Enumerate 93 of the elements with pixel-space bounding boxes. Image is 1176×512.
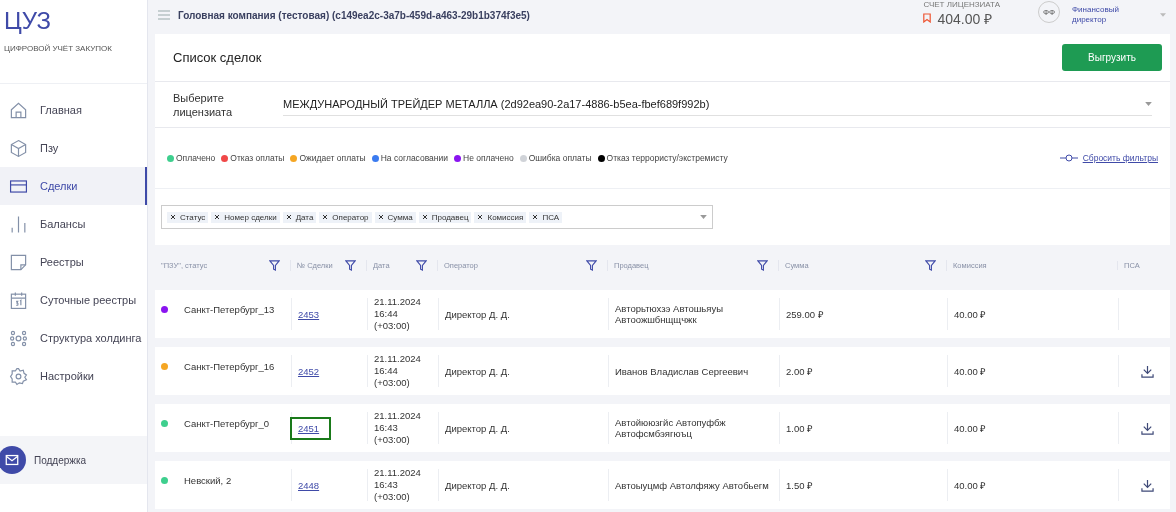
column-tag[interactable]: Оператор <box>319 211 372 223</box>
legend-item: Ожидает оплаты <box>290 153 366 163</box>
table-cell: Директор Д. Д. <box>445 308 510 320</box>
logo-title: ЦУЗ <box>4 6 51 36</box>
legend-item: Ошибка оплаты <box>519 153 592 163</box>
user-role[interactable]: Финансовый директор <box>1072 5 1152 25</box>
sidebar-item[interactable]: Главная <box>0 91 147 129</box>
table-cell: Санкт-Петербург_13 <box>184 304 275 315</box>
table-cell: Директор Д. Д. <box>445 479 510 491</box>
download-icon[interactable] <box>1141 478 1154 492</box>
slider-icon <box>1059 154 1078 162</box>
table-cell: 21.11.2024 16:44 (+03:00) <box>374 353 421 389</box>
sidebar-item[interactable]: Реестры <box>0 243 147 281</box>
table-cell: 21.11.2024 16:44 (+03:00) <box>374 296 421 332</box>
column-tag[interactable]: Сумма <box>374 211 416 223</box>
deal-link[interactable]: 2448 <box>292 475 330 495</box>
remove-icon[interactable] <box>214 214 221 220</box>
licensee-select[interactable]: МЕЖДУНАРОДНЫЙ ТРЕЙДЕР МЕТАЛЛА (2d92ea90-2a17-4886-b5ea-fbef689f992b) <box>283 93 1152 116</box>
table-cell: 259.00 ₽ <box>786 307 824 321</box>
filter-icon[interactable] <box>925 259 936 271</box>
home-icon <box>9 100 28 120</box>
remove-icon[interactable] <box>532 214 539 220</box>
table-cell: 21.11.2024 16:43 (+03:00) <box>374 410 421 446</box>
table-cell: Невский, 2 <box>184 475 232 486</box>
export-button[interactable]: Выгрузить <box>1062 44 1162 71</box>
column-tag[interactable]: Дата <box>282 211 317 223</box>
bookmark-icon <box>923 13 932 23</box>
legend-item: Не оплачено <box>454 153 514 163</box>
sidebar-item[interactable]: Балансы <box>0 205 147 243</box>
caret-icon <box>700 215 707 219</box>
column-tag[interactable]: Комиссия <box>474 211 527 223</box>
column-tag[interactable]: ПСА <box>529 211 563 223</box>
remove-icon[interactable] <box>377 214 384 220</box>
balance-label: СЧЕТ ЛИЦЕНЗИАТА <box>923 0 1000 9</box>
table-cell: Автоыуцмф Автолфяжу Автобьегм <box>615 479 769 491</box>
sidebar-item[interactable]: Пзу <box>0 129 147 167</box>
bars-icon <box>9 214 28 234</box>
page-title: Список сделок <box>173 50 262 65</box>
table-cell: 40.00 ₽ <box>954 307 987 321</box>
tree-icon <box>9 328 28 348</box>
table-cell-text: Авторьтюхзэ Автошьяуы Автоожшбнщщчжк <box>615 303 725 325</box>
sidebar-item[interactable]: Суточные реестры <box>0 281 147 319</box>
sidebar-item[interactable]: Структура холдинга <box>0 319 147 357</box>
note-icon <box>9 252 28 272</box>
balance-amount: 404.00 ₽ <box>937 9 993 28</box>
table-cell: 40.00 ₽ <box>954 478 987 492</box>
deal-link[interactable]: 2453 <box>292 304 330 324</box>
table-cell: 40.00 ₽ <box>954 421 987 435</box>
remove-icon[interactable] <box>170 214 176 220</box>
caret-icon <box>1145 102 1152 106</box>
table-cell: 21.11.2024 16:43 (+03:00) <box>374 467 421 503</box>
support-link[interactable]: Поддержка <box>0 436 147 484</box>
column-tag[interactable]: Продавец <box>418 211 472 223</box>
filter-icon[interactable] <box>757 259 768 271</box>
table-cell: Санкт-Петербург_0 <box>184 418 270 429</box>
download-icon[interactable] <box>1141 364 1154 378</box>
table-cell: 40.00 ₽ <box>954 364 987 378</box>
sidebar-item[interactable]: Сделки <box>0 167 147 205</box>
column-tag[interactable]: Статус <box>167 211 209 223</box>
sidebar-item[interactable]: Настройки <box>0 357 147 395</box>
mail-icon <box>0 446 26 474</box>
table-cell: 2.00 ₽ <box>786 364 814 378</box>
filter-icon[interactable] <box>416 259 427 271</box>
remove-icon[interactable] <box>322 214 329 220</box>
remove-icon[interactable] <box>421 214 428 220</box>
logo-subtitle: ЦИФРОВОЙ УЧЁТ ЗАКУПОК <box>4 44 112 53</box>
reset-filters-link[interactable]: Сбросить фильтры <box>1059 153 1158 163</box>
table-cell-text: Автойююзгйс Автопуфбж Автофсмбэягюъц <box>615 417 727 439</box>
remove-icon[interactable] <box>477 214 484 220</box>
licensee-label: Выберите лицензиата <box>173 90 234 119</box>
filter-icon[interactable] <box>269 259 280 271</box>
remove-icon[interactable] <box>285 214 292 220</box>
legend-item: Отказ оплаты <box>221 153 285 163</box>
deal-link[interactable]: 2451 <box>292 418 330 438</box>
table-cell: 1.00 ₽ <box>786 421 814 435</box>
gear-icon <box>9 366 28 386</box>
table-cell: Санкт-Петербург_16 <box>184 361 275 372</box>
table-cell: Директор Д. Д. <box>445 422 510 434</box>
box-icon <box>9 138 28 158</box>
columns-select[interactable]: Статус Номер сделки Дата Оператор Сумма Продавец Комиссия ПСА <box>161 205 713 229</box>
filter-icon[interactable] <box>586 259 597 271</box>
column-tag[interactable]: Номер сделки <box>211 211 280 223</box>
table-cell: Иванов Владислав Сергеевич <box>615 365 749 377</box>
table-cell: Директор Д. Д. <box>445 365 510 377</box>
company-name: Головная компания (тестовая) (c149ea2c-3a7b-459d-a463-29b1b374f3e5) <box>178 9 531 21</box>
legend-item: На согласовании <box>371 153 448 163</box>
download-icon[interactable] <box>1141 421 1154 435</box>
calendar-icon <box>9 290 28 310</box>
deal-link[interactable]: 2452 <box>292 361 330 381</box>
legend-item: Отказ террористу/экстремисту <box>597 153 728 163</box>
filter-icon[interactable] <box>345 259 356 271</box>
table-cell: 1.50 ₽ <box>786 478 814 492</box>
legend-item: Оплачено <box>167 153 216 163</box>
